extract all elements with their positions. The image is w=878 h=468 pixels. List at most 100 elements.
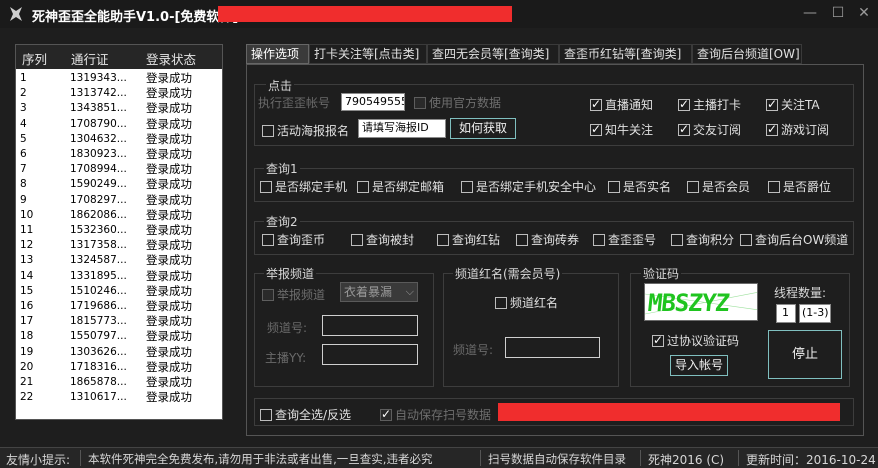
bypass-captcha-checkbox[interactable]: 过协议验证码 xyxy=(652,332,739,349)
captcha-image[interactable]: MBSZYZ xyxy=(644,283,758,321)
query1-realname-box[interactable] xyxy=(608,180,620,193)
query2-coupon-box[interactable] xyxy=(516,233,528,246)
col-pass-header[interactable]: 通行证 xyxy=(71,49,109,68)
table-row[interactable]: 22 1310617... 登录成功 xyxy=(16,390,222,405)
query2-coins-box[interactable] xyxy=(262,233,274,246)
report-box[interactable] xyxy=(262,288,274,301)
query2-red-diamond-box[interactable] xyxy=(437,233,449,246)
follow-ta-box[interactable] xyxy=(766,97,778,111)
report-checkbox[interactable]: 举报频道 xyxy=(262,286,325,303)
channel-red-box[interactable] xyxy=(495,296,507,309)
query1-member-box[interactable] xyxy=(687,180,699,193)
account-list[interactable]: 序列 通行证 登录状态 1 1319343... 登录成功 2 1313742... 登录… xyxy=(15,44,223,420)
query1-security-box[interactable] xyxy=(461,180,473,193)
query2-banned-box[interactable] xyxy=(351,233,363,246)
maximize-button[interactable]: ☐ xyxy=(828,4,848,22)
select-all-checkbox[interactable]: 查询全选/反选 xyxy=(260,406,351,423)
table-row[interactable]: 2 1313742... 登录成功 xyxy=(16,86,222,101)
table-row[interactable]: 11 1532360... 登录成功 xyxy=(16,223,222,238)
query1-member-label: 是否会员 xyxy=(702,180,751,194)
minimize-button[interactable]: — xyxy=(800,4,820,22)
poster-id-input[interactable]: 请填写海报ID xyxy=(358,119,446,138)
query1-member[interactable]: 是否会员 xyxy=(687,178,750,195)
game-subscribe-box[interactable] xyxy=(766,122,778,136)
report-reason-select[interactable]: 衣着暴漏 ⌵ xyxy=(340,282,418,302)
row-status: 登录成功 xyxy=(146,268,192,283)
how-to-get-button[interactable]: 如何获取 xyxy=(450,118,516,139)
zhiniu-follow-box[interactable] xyxy=(590,122,602,136)
tab-query-channel[interactable]: 查询后台频道[OW] xyxy=(692,44,802,64)
query2-red-diamond[interactable]: 查询红钻 xyxy=(437,231,500,248)
query1-phone[interactable]: 是否绑定手机 xyxy=(260,178,347,195)
query2-points-box[interactable] xyxy=(671,233,683,246)
activity-checkbox[interactable]: 活动海报报名 xyxy=(262,122,349,139)
col-index-header[interactable]: 序列 xyxy=(22,49,47,68)
select-all-box[interactable] xyxy=(260,408,272,421)
channel-red-channel-input[interactable] xyxy=(505,337,600,358)
channel-red-checkbox[interactable]: 频道红名 xyxy=(495,294,558,311)
table-row[interactable]: 16 1719686... 登录成功 xyxy=(16,299,222,314)
tab-query-coins[interactable]: 查歪币红钻等[查询类] xyxy=(559,44,692,64)
option-zhiniu-follow[interactable]: 知牛关注 xyxy=(590,121,653,138)
activity-box[interactable] xyxy=(262,124,274,137)
table-row[interactable]: 5 1304632... 登录成功 xyxy=(16,132,222,147)
report-anchor-input[interactable] xyxy=(322,344,418,365)
table-row[interactable]: 15 1510246... 登录成功 xyxy=(16,284,222,299)
query2-ow-channel-box[interactable] xyxy=(740,233,752,246)
table-row[interactable]: 13 1324587... 登录成功 xyxy=(16,253,222,268)
query1-email[interactable]: 是否绑定邮箱 xyxy=(357,178,444,195)
query2-coupon[interactable]: 查询砖券 xyxy=(516,231,579,248)
account-input[interactable]: 790549555 xyxy=(341,93,405,111)
bypass-captcha-box[interactable] xyxy=(652,333,664,347)
tab-query-members[interactable]: 查四无会员等[查询类] xyxy=(427,44,559,64)
table-row[interactable]: 4 1708790... 登录成功 xyxy=(16,117,222,132)
anchor-checkin-box[interactable] xyxy=(678,97,690,111)
auto-save-checkbox[interactable]: 自动保存扫号数据 xyxy=(380,406,491,423)
query2-yy-number-box[interactable] xyxy=(593,233,605,246)
table-row[interactable]: 3 1343851... 登录成功 xyxy=(16,101,222,116)
table-row[interactable]: 19 1303626... 登录成功 xyxy=(16,345,222,360)
table-row[interactable]: 9 1708297... 登录成功 xyxy=(16,193,222,208)
dating-subscribe-box[interactable] xyxy=(678,122,690,136)
live-notify-box[interactable] xyxy=(590,97,602,111)
table-row[interactable]: 6 1830923... 登录成功 xyxy=(16,147,222,162)
query1-email-box[interactable] xyxy=(357,180,369,193)
query2-points[interactable]: 查询积分 xyxy=(671,231,734,248)
report-channel-input[interactable] xyxy=(322,315,418,336)
query1-realname[interactable]: 是否实名 xyxy=(608,178,671,195)
option-anchor-checkin[interactable]: 主播打卡 xyxy=(678,96,741,113)
table-row[interactable]: 14 1331895... 登录成功 xyxy=(16,269,222,284)
table-row[interactable]: 21 1865878... 登录成功 xyxy=(16,375,222,390)
table-row[interactable]: 1 1319343... 登录成功 xyxy=(16,71,222,86)
query1-security[interactable]: 是否绑定手机安全中心 xyxy=(461,178,596,195)
query2-banned[interactable]: 查询被封 xyxy=(351,231,414,248)
table-row[interactable]: 20 1718316... 登录成功 xyxy=(16,360,222,375)
table-row[interactable]: 12 1317358... 登录成功 xyxy=(16,238,222,253)
option-follow-ta[interactable]: 关注TA xyxy=(766,96,820,113)
row-pass: 1815773... xyxy=(70,315,127,328)
query2-yy-number[interactable]: 查歪歪号 xyxy=(593,231,656,248)
table-row[interactable]: 10 1862086... 登录成功 xyxy=(16,208,222,223)
use-official-checkbox[interactable]: 使用官方数据 xyxy=(414,94,501,111)
auto-save-box[interactable] xyxy=(380,407,392,421)
query1-noble-box[interactable] xyxy=(768,180,780,193)
col-status-header[interactable]: 登录状态 xyxy=(146,49,196,68)
stop-button[interactable]: 停止 xyxy=(768,330,842,379)
option-dating-subscribe[interactable]: 交友订阅 xyxy=(678,121,741,138)
close-button[interactable]: ✕ xyxy=(854,4,874,22)
query1-noble[interactable]: 是否爵位 xyxy=(768,178,831,195)
import-account-button[interactable]: 导入帐号 xyxy=(670,355,728,376)
tab-click-type[interactable]: 打卡关注等[点击类] xyxy=(309,44,427,64)
query2-ow-channel[interactable]: 查询后台OW频道 xyxy=(740,231,848,248)
table-row[interactable]: 18 1550797... 登录成功 xyxy=(16,329,222,344)
query1-phone-box[interactable] xyxy=(260,180,272,193)
option-game-subscribe[interactable]: 游戏订阅 xyxy=(766,121,829,138)
table-row[interactable]: 7 1708994... 登录成功 xyxy=(16,162,222,177)
query2-coins[interactable]: 查询歪币 xyxy=(262,231,325,248)
tab-options[interactable]: 操作选项 xyxy=(246,44,309,64)
option-live-notify[interactable]: 直播通知 xyxy=(590,96,653,113)
thread-count-input[interactable]: 1 xyxy=(776,304,796,323)
use-official-box[interactable] xyxy=(414,96,426,109)
table-row[interactable]: 8 1590249... 登录成功 xyxy=(16,177,222,192)
table-row[interactable]: 17 1815773... 登录成功 xyxy=(16,314,222,329)
